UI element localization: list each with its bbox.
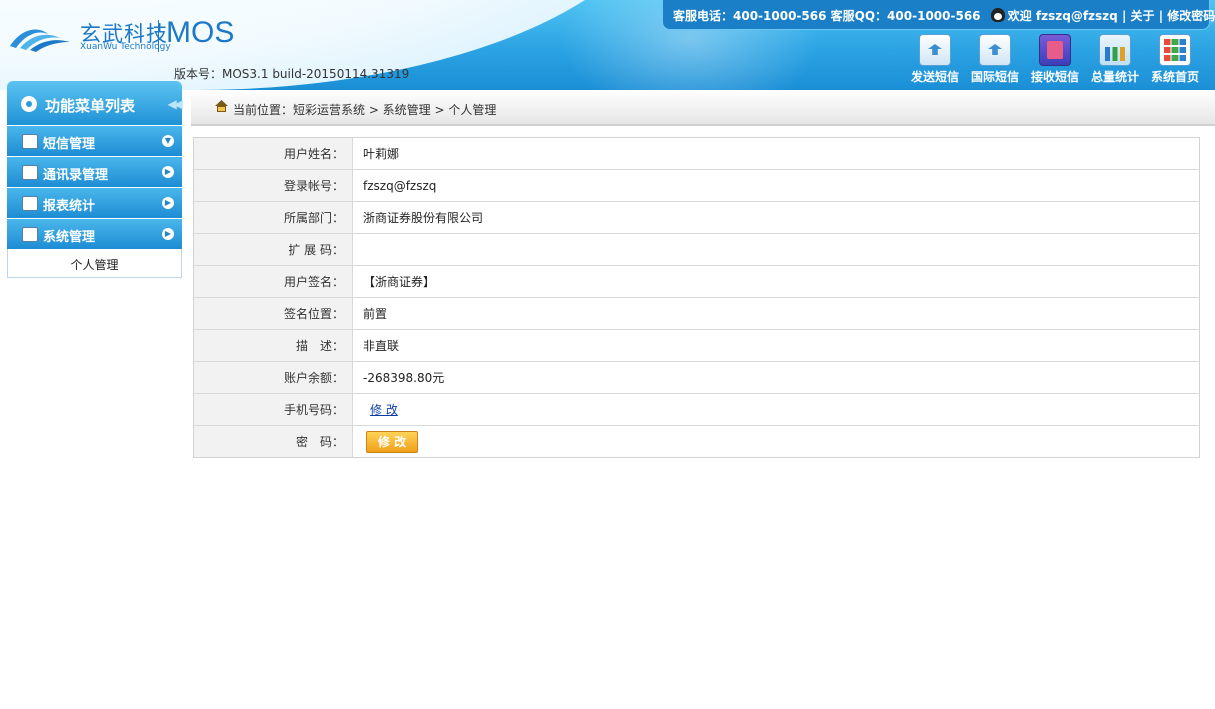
separator: | bbox=[1158, 9, 1164, 23]
nav-intl-sms[interactable]: 国际短信 bbox=[965, 34, 1025, 85]
version-label: 版本号：MOS3.1 build-20150114.31319 bbox=[174, 67, 410, 81]
change-password-link[interactable]: 修改密码 bbox=[1167, 9, 1215, 23]
submenu-personal-management[interactable]: 个人管理 bbox=[7, 249, 182, 278]
table-row: 扩 展 码： bbox=[193, 233, 1200, 266]
nav-system-home-label: 系统首页 bbox=[1150, 70, 1199, 84]
nav-intl-sms-label: 国际短信 bbox=[970, 70, 1019, 84]
receive-sms-icon bbox=[1039, 34, 1071, 66]
table-row: 描 述： 非直联 bbox=[193, 329, 1200, 362]
field-label: 签名位置： bbox=[193, 297, 353, 330]
service-qq: 客服QQ：400-1000-566 bbox=[830, 9, 981, 23]
chevron-down-icon: ▼ bbox=[162, 135, 174, 147]
home-grid-icon bbox=[1159, 34, 1191, 66]
breadcrumb-text: 当前位置：短彩运营系统 > 系统管理 > 个人管理 bbox=[233, 103, 497, 117]
intl-sms-icon bbox=[979, 34, 1011, 66]
edit-password-button[interactable]: 修 改 bbox=[366, 430, 418, 453]
field-value-cell: 修 改 bbox=[352, 393, 1200, 426]
sidebar-item-report-stats[interactable]: 报表统计 ▶ bbox=[7, 188, 182, 218]
sidebar-item-label: 通讯录管理 bbox=[43, 168, 109, 183]
nav-system-home[interactable]: 系统首页 bbox=[1145, 34, 1205, 85]
field-label: 登录帐号： bbox=[193, 169, 353, 202]
sidebar-title: 功能菜单列表 bbox=[45, 97, 136, 115]
nav-send-sms-label: 发送短信 bbox=[910, 70, 959, 84]
table-row: 用户姓名： 叶莉娜 bbox=[193, 137, 1200, 170]
top-info-bar: 客服电话：400-1000-566 客服QQ：400-1000-566 欢迎 f… bbox=[662, 0, 1215, 30]
address-book-icon bbox=[22, 165, 38, 180]
nav-receive-sms-label: 接收短信 bbox=[1030, 70, 1079, 84]
sidebar-item-system-management[interactable]: 系统管理 ▶ bbox=[7, 219, 182, 249]
table-row: 所属部门： 浙商证券股份有限公司 bbox=[193, 201, 1200, 234]
field-label: 用户签名： bbox=[193, 265, 353, 298]
separator: | bbox=[1121, 9, 1127, 23]
nav-receive-sms[interactable]: 接收短信 bbox=[1025, 34, 1085, 85]
chevron-right-icon: ▶ bbox=[162, 166, 174, 178]
sms-icon bbox=[22, 134, 38, 149]
field-label: 扩 展 码： bbox=[193, 233, 353, 266]
field-value: 浙商证券股份有限公司 bbox=[352, 201, 1200, 234]
top-info-text: 客服电话：400-1000-566 客服QQ：400-1000-566 欢迎 f… bbox=[673, 7, 1215, 24]
field-value: fzszq@fzszq bbox=[352, 169, 1200, 202]
field-value: 前置 bbox=[352, 297, 1200, 330]
chevron-right-icon: ▶ bbox=[162, 197, 174, 209]
profile-table: 用户姓名： 叶莉娜 登录帐号： fzszq@fzszq 所属部门： 浙商证券股份… bbox=[193, 137, 1200, 458]
report-icon bbox=[22, 196, 38, 211]
sidebar-header: 功能菜单列表 ◀◀ bbox=[7, 81, 184, 125]
submenu-item-label: 个人管理 bbox=[70, 258, 119, 272]
welcome-user: 欢迎 fzszq@fzszq bbox=[1007, 9, 1118, 23]
home-icon bbox=[215, 100, 228, 112]
monitor-icon bbox=[22, 227, 38, 242]
qq-penguin-icon bbox=[990, 8, 1005, 22]
table-row: 用户签名： 【浙商证券】 bbox=[193, 265, 1200, 298]
send-sms-icon bbox=[919, 34, 951, 66]
logo-divider bbox=[158, 20, 159, 52]
breadcrumb: 当前位置：短彩运营系统 > 系统管理 > 个人管理 bbox=[191, 90, 1215, 126]
field-label: 描 述： bbox=[193, 329, 353, 362]
table-row: 账户余额： -268398.80元 bbox=[193, 361, 1200, 394]
logo-product-name: MOS bbox=[166, 16, 235, 49]
field-label: 密 码： bbox=[193, 425, 353, 458]
nav-send-sms[interactable]: 发送短信 bbox=[905, 34, 965, 85]
table-row: 登录帐号： fzszq@fzszq bbox=[193, 169, 1200, 202]
field-label: 账户余额： bbox=[193, 361, 353, 394]
edit-phone-link[interactable]: 修 改 bbox=[370, 403, 398, 417]
field-value: 非直联 bbox=[352, 329, 1200, 362]
about-link[interactable]: 关于 bbox=[1131, 9, 1155, 23]
nav-total-stats[interactable]: 总量统计 bbox=[1085, 34, 1145, 85]
field-label: 用户姓名： bbox=[193, 137, 353, 170]
service-phone: 客服电话：400-1000-566 bbox=[673, 9, 827, 23]
quick-nav: 发送短信 国际短信 接收短信 总量统计 系统首页 bbox=[905, 34, 1205, 85]
gear-icon bbox=[21, 96, 37, 112]
sidebar-item-contacts-management[interactable]: 通讯录管理 ▶ bbox=[7, 157, 182, 187]
sidebar-item-label: 短信管理 bbox=[43, 137, 96, 152]
field-label: 所属部门： bbox=[193, 201, 353, 234]
sidebar-item-label: 报表统计 bbox=[43, 199, 96, 214]
field-value bbox=[352, 233, 1200, 266]
field-value: 叶莉娜 bbox=[352, 137, 1200, 170]
table-row: 签名位置： 前置 bbox=[193, 297, 1200, 330]
nav-total-stats-label: 总量统计 bbox=[1090, 70, 1139, 84]
table-row: 手机号码： 修 改 bbox=[193, 393, 1200, 426]
header: 玄武科技 XuanWu Technology MOS 版本号：MOS3.1 bu… bbox=[0, 0, 1215, 90]
sidebar: 功能菜单列表 ◀◀ 短信管理 ▼ 通讯录管理 ▶ 报表统计 ▶ 系统管理 ▶ 个… bbox=[7, 81, 184, 278]
table-row: 密 码： 修 改 bbox=[193, 425, 1200, 458]
sidebar-item-sms-management[interactable]: 短信管理 ▼ bbox=[7, 126, 182, 156]
field-value: 【浙商证券】 bbox=[352, 265, 1200, 298]
sidebar-item-label: 系统管理 bbox=[43, 230, 96, 245]
field-value: -268398.80元 bbox=[352, 361, 1200, 394]
stats-chart-icon bbox=[1099, 34, 1131, 66]
field-value-cell: 修 改 bbox=[352, 425, 1200, 458]
logo-swoosh-icon bbox=[10, 29, 70, 52]
field-label: 手机号码： bbox=[193, 393, 353, 426]
logo: 玄武科技 XuanWu Technology MOS bbox=[8, 16, 248, 58]
collapse-sidebar-icon[interactable]: ◀◀ bbox=[168, 97, 184, 111]
chevron-right-icon: ▶ bbox=[162, 228, 174, 240]
